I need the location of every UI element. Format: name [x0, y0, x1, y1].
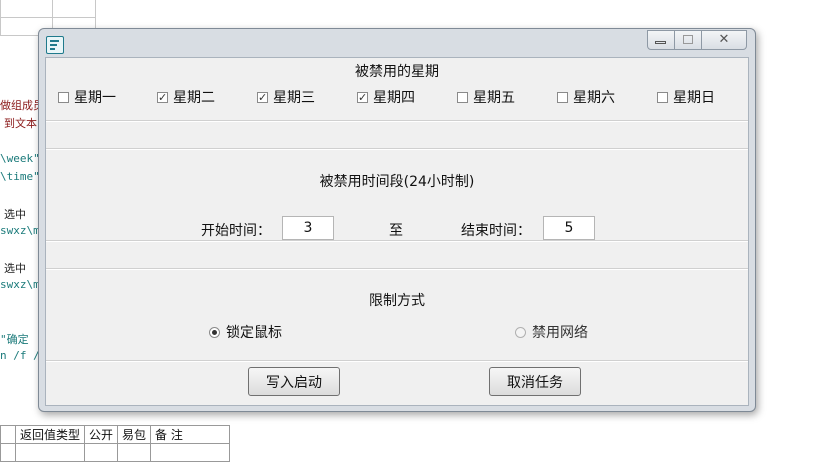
checkbox-label: 星期三	[273, 90, 315, 106]
code-line: 到文本	[4, 117, 37, 130]
maximize-button[interactable]	[675, 31, 702, 49]
table-header: 公开	[84, 425, 119, 444]
radio-circle[interactable]	[209, 326, 220, 338]
table-header: 易包	[117, 425, 152, 444]
checkbox-label: 星期四	[373, 90, 415, 106]
app-logo-icon	[46, 36, 64, 54]
table-header: 备 注	[150, 425, 231, 444]
maximize-icon	[683, 35, 693, 44]
background-table: 返回值类型 公开 易包 备 注	[0, 425, 231, 462]
code-line: "确定	[0, 333, 29, 346]
window-controls: ✕	[647, 30, 747, 50]
radio-circle[interactable]	[515, 326, 526, 338]
code-line: \time"	[0, 170, 40, 183]
close-button[interactable]: ✕	[702, 31, 746, 49]
write-start-button[interactable]: 写入启动	[248, 367, 340, 396]
checkbox-box[interactable]	[657, 91, 668, 103]
checkbox-box[interactable]: ✓	[157, 91, 168, 103]
divider	[46, 120, 748, 122]
divider	[46, 268, 748, 270]
end-time-label: 结束时间：	[461, 223, 531, 239]
checkbox-wednesday[interactable]: ✓ 星期三	[257, 88, 315, 106]
checkbox-box[interactable]	[457, 91, 468, 103]
checkbox-saturday[interactable]: 星期六	[557, 88, 615, 106]
checkbox-thursday[interactable]: ✓ 星期四	[357, 88, 415, 106]
minimize-button[interactable]	[648, 31, 675, 49]
radio-lock-mouse[interactable]: 锁定鼠标	[209, 323, 282, 341]
checkbox-box[interactable]	[58, 91, 69, 103]
checkbox-label: 星期二	[173, 90, 215, 106]
checkbox-box[interactable]	[557, 91, 568, 103]
close-icon: ✕	[718, 32, 730, 47]
code-line: 选中	[4, 208, 26, 221]
dialog-window: ✕ 被禁用的星期 星期一 ✓ 星期二 ✓ 星期三 ✓ 星期四 星期五 星期六 星…	[38, 28, 756, 412]
dialog-client-area: 被禁用的星期 星期一 ✓ 星期二 ✓ 星期三 ✓ 星期四 星期五 星期六 星期日	[45, 57, 749, 406]
checkbox-label: 星期六	[573, 90, 615, 106]
checkbox-tuesday[interactable]: ✓ 星期二	[157, 88, 215, 106]
minimize-icon	[655, 41, 666, 44]
checkbox-box[interactable]: ✓	[257, 91, 268, 103]
checkbox-label: 星期日	[673, 90, 715, 106]
checkbox-label: 星期一	[74, 90, 116, 106]
weekdays-section-title: 被禁用的星期	[355, 64, 439, 80]
checkbox-monday[interactable]: 星期一	[58, 88, 116, 106]
divider	[46, 148, 748, 150]
checkbox-label: 星期五	[473, 90, 515, 106]
method-section-title: 限制方式	[369, 293, 425, 309]
divider	[46, 240, 748, 242]
cancel-task-button[interactable]: 取消任务	[489, 367, 581, 396]
title-bar[interactable]: ✕	[39, 29, 755, 57]
to-label: 至	[389, 223, 403, 239]
checkbox-box[interactable]: ✓	[357, 91, 368, 103]
radio-label: 锁定鼠标	[226, 325, 282, 341]
checkbox-sunday[interactable]: 星期日	[657, 88, 715, 106]
end-time-input[interactable]: 5	[543, 216, 595, 240]
code-line: 选中	[4, 262, 26, 275]
start-time-label: 开始时间：	[201, 223, 271, 239]
checkbox-friday[interactable]: 星期五	[457, 88, 515, 106]
radio-label: 禁用网络	[532, 325, 588, 341]
table-header: 返回值类型	[14, 425, 86, 444]
time-section-title: 被禁用时间段(24小时制)	[319, 174, 475, 190]
start-time-input[interactable]: 3	[282, 216, 334, 240]
radio-disable-network[interactable]: 禁用网络	[515, 323, 588, 341]
code-line: \week"	[0, 152, 40, 165]
divider	[46, 360, 748, 362]
